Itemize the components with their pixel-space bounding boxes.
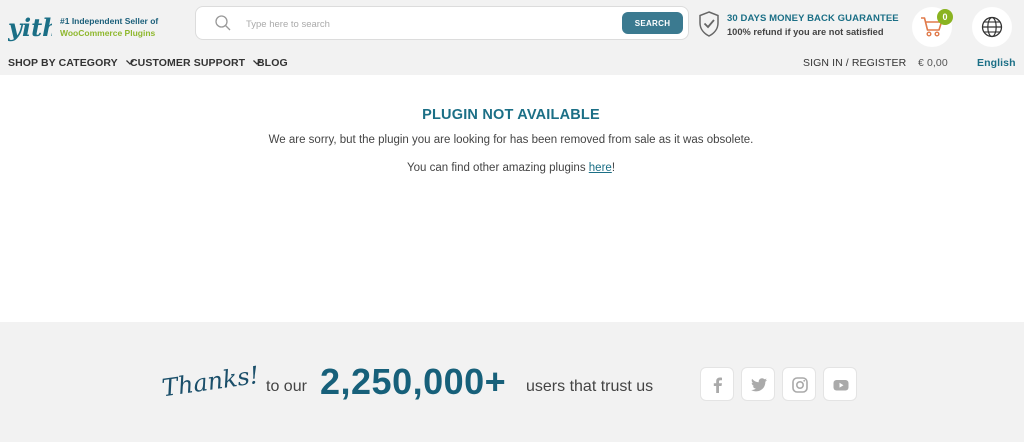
search-bar: SEARCH <box>195 6 689 40</box>
facebook-button[interactable] <box>700 367 734 401</box>
user-count: 2,250,000+ <box>320 361 507 402</box>
svg-text:Thanks!: Thanks! <box>160 361 258 402</box>
find-plugins-text: You can find other amazing plugins here! <box>0 162 1022 174</box>
footer-band <box>0 322 1024 442</box>
nav-customer-support[interactable]: CUSTOMER SUPPORT <box>130 57 262 69</box>
nav-shop-label: SHOP BY CATEGORY <box>8 57 118 69</box>
yith-logo[interactable]: yith <box>8 13 52 43</box>
search-icon <box>215 15 231 31</box>
cart-count-badge: 0 <box>937 9 953 25</box>
nav-blog[interactable]: BLOG <box>257 57 288 69</box>
nav-shop-by-category[interactable]: SHOP BY CATEGORY <box>8 57 134 69</box>
search-button[interactable]: SEARCH <box>622 12 683 34</box>
nav-support-label: CUSTOMER SUPPORT <box>130 57 246 69</box>
tagline: #1 Independent Seller of WooCommerce Plu… <box>60 15 158 39</box>
twitter-button[interactable] <box>741 367 775 401</box>
sign-in-register-link[interactable]: SIGN IN / REGISTER <box>803 57 906 69</box>
tagline-line1: #1 Independent Seller of <box>60 16 159 26</box>
youtube-icon <box>833 380 849 391</box>
instagram-icon <box>792 377 808 393</box>
globe-icon <box>981 16 1003 38</box>
find-suffix: ! <box>611 162 616 174</box>
thanks-script: Thanks! <box>160 361 258 402</box>
cart-total[interactable]: € 0,00 <box>918 57 948 69</box>
tagline-line2: WooCommerce Plugins <box>60 28 156 38</box>
page-title: PLUGIN NOT AVAILABLE <box>422 107 600 123</box>
guarantee-title: 30 DAYS MONEY BACK GUARANTEE <box>727 13 899 24</box>
facebook-icon <box>713 377 722 393</box>
instagram-button[interactable] <box>782 367 816 401</box>
language-button[interactable] <box>972 7 1012 47</box>
not-available-message: We are sorry, but the plugin you are loo… <box>268 134 754 146</box>
search-input[interactable] <box>246 15 606 33</box>
youtube-button[interactable] <box>823 367 857 401</box>
guarantee-subtitle: 100% refund if you are not satisfied <box>727 27 884 37</box>
svg-text:yith: yith <box>8 13 52 42</box>
find-prefix: You can find other amazing plugins <box>406 162 589 174</box>
trust-text: users that trust us <box>526 378 654 395</box>
to-our-text: to our <box>266 378 307 395</box>
language-selector[interactable]: English <box>977 57 1016 69</box>
here-link[interactable]: here <box>589 162 612 174</box>
shield-check-icon <box>699 11 719 37</box>
twitter-icon <box>751 378 767 392</box>
